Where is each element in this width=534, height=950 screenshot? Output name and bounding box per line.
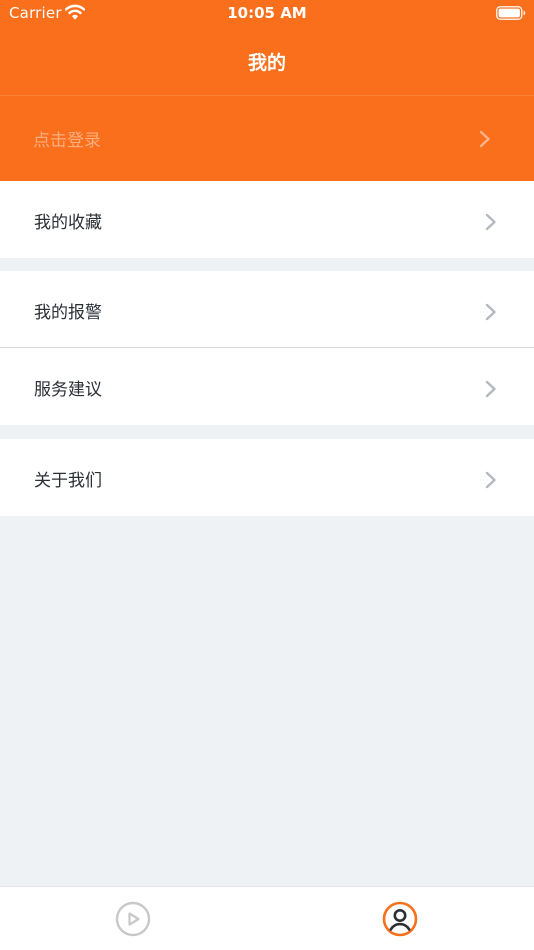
- status-bar: Carrier 10:05 AM: [0, 0, 534, 28]
- profile-icon: [382, 901, 418, 937]
- login-label: 点击登录: [33, 131, 101, 151]
- chevron-right-icon: [479, 130, 490, 148]
- chevron-right-icon: [485, 471, 496, 489]
- chevron-right-icon: [485, 303, 496, 321]
- tab-play[interactable]: [0, 887, 267, 950]
- page-title: 我的: [247, 52, 286, 74]
- tab-bar: [0, 886, 534, 950]
- battery-icon: [496, 6, 526, 20]
- chevron-right-icon: [485, 213, 496, 231]
- header: Carrier 10:05 AM 我的 点击登录: [0, 0, 534, 181]
- menu-item-label: 关于我们: [34, 471, 102, 491]
- play-icon: [115, 901, 151, 937]
- menu-item-label: 我的收藏: [34, 213, 102, 233]
- menu-item-label: 我的报警: [34, 303, 102, 323]
- tab-profile[interactable]: [267, 887, 534, 950]
- menu-item-about[interactable]: 关于我们: [0, 439, 534, 516]
- menu-item-label: 服务建议: [34, 380, 102, 400]
- menu-item-suggestions[interactable]: 服务建议: [0, 348, 534, 425]
- chevron-right-icon: [485, 380, 496, 398]
- login-row[interactable]: 点击登录: [0, 96, 534, 181]
- clock: 10:05 AM: [227, 4, 307, 22]
- menu-item-favorites[interactable]: 我的收藏: [0, 181, 534, 258]
- profile-screen: Carrier 10:05 AM 我的 点击登录 我的收藏 我的报警 服务建议 …: [0, 0, 534, 950]
- menu-item-alarms[interactable]: 我的报警: [0, 271, 534, 348]
